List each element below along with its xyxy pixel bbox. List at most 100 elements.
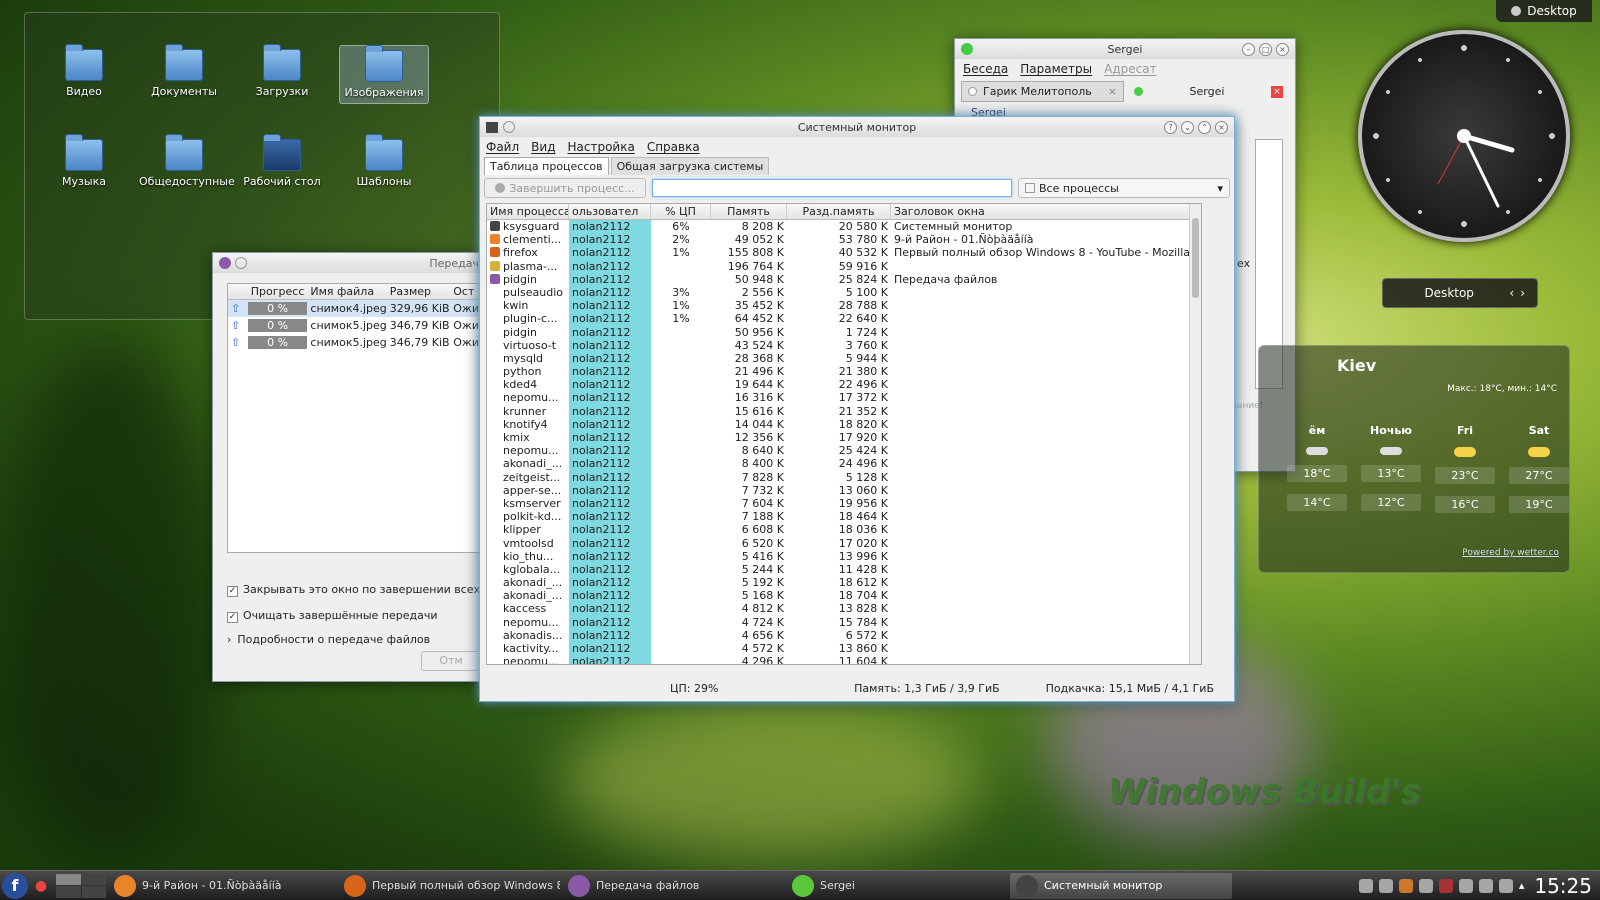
col-user[interactable]: ользовател [569, 204, 651, 219]
help-icon[interactable]: ? [1164, 120, 1177, 134]
process-row[interactable]: pidgin nolan2112 50 948 K 25 824 K Передача … [487, 272, 1201, 286]
chat-menu-conversation[interactable]: Беседа [963, 62, 1008, 76]
desktop-icon-templates[interactable]: Шаблоны [339, 134, 429, 188]
taskbar-task[interactable]: Системный монитор [1010, 872, 1232, 899]
chat-menu-options[interactable]: Параметры [1020, 62, 1092, 76]
volume-icon[interactable] [1478, 878, 1493, 893]
process-row[interactable]: kwin nolan2112 1% 35 452 K 28 788 K [487, 299, 1201, 313]
activities-icon[interactable]: ● [28, 878, 54, 894]
clock-text[interactable]: 15:25 [1534, 874, 1592, 898]
menu-file[interactable]: Файл [486, 140, 519, 154]
chat-tab-garik[interactable]: Гарик Мелитополь × [961, 81, 1124, 102]
process-row[interactable]: ksysguard nolan2112 6% 8 208 K 20 580 K Систе… [487, 220, 1201, 234]
process-row[interactable]: plasma-... nolan2112 196 764 K 59 916 K [487, 259, 1201, 273]
process-row[interactable]: ksmserver nolan2112 7 604 K 19 956 K [487, 496, 1201, 511]
process-row[interactable]: pidgin nolan2112 50 956 K 1 724 K [487, 325, 1201, 339]
tab-system-load[interactable]: Общая загрузка системы [610, 157, 770, 175]
menu-view[interactable]: Вид [531, 140, 555, 154]
minimize-icon[interactable]: – [1242, 42, 1255, 56]
cancel-button[interactable]: Отм [421, 651, 481, 671]
chat-titlebar[interactable]: Sergei – □ × [955, 39, 1295, 59]
keyboard-layout-icon[interactable] [1438, 878, 1453, 893]
process-row[interactable]: knotify4 nolan2112 14 044 K 18 820 K [487, 417, 1201, 431]
transfer-titlebar[interactable]: Передач [213, 253, 485, 273]
sysmon-titlebar[interactable]: Системный монитор ? ⌄ ⌃ × [480, 117, 1234, 137]
process-row[interactable]: kglobala... nolan2112 5 244 K 11 428 K [487, 562, 1201, 577]
process-row[interactable]: polkit-kd... nolan2112 7 188 K 18 464 K [487, 510, 1201, 524]
end-process-button[interactable]: Завершить процесс... [484, 178, 646, 198]
col-window-title[interactable]: Заголовок окна [891, 204, 1201, 219]
col-cpu[interactable]: % ЦП [651, 204, 711, 219]
process-row[interactable]: virtuoso-t nolan2112 43 524 K 3 760 K [487, 338, 1201, 352]
clementine-tray-icon[interactable] [1398, 878, 1413, 893]
transfer-details-expander[interactable]: › Подробности о передаче файлов [227, 633, 430, 646]
chevron-left-icon[interactable]: ‹ [1509, 286, 1514, 300]
process-row[interactable]: akonadi_... nolan2112 8 400 K 24 496 K [487, 457, 1201, 471]
process-filter-dropdown[interactable]: Все процессы ▾ [1018, 178, 1230, 198]
taskbar-task[interactable]: 9-й Район - 01.Ñòþàäåííà [108, 873, 336, 899]
process-row[interactable]: kaccess nolan2112 4 812 K 13 828 K [487, 602, 1201, 616]
taskbar-task[interactable]: Первый полный обзор Windows 8 - YouTube … [338, 873, 560, 899]
process-row[interactable]: vmtoolsd nolan2112 6 520 K 17 020 K [487, 536, 1201, 550]
process-row[interactable]: nepomu... nolan2112 4 724 K 15 784 K [487, 615, 1201, 629]
process-row[interactable]: kmix nolan2112 12 356 K 17 920 K [487, 431, 1201, 445]
weather-powered-link[interactable]: Powered by wetter.co [1462, 548, 1559, 558]
desktop-icon-music[interactable]: Музыка [39, 134, 129, 188]
process-row[interactable]: mysqld nolan2112 28 368 K 5 944 K [487, 351, 1201, 366]
process-search-input[interactable] [652, 179, 1012, 197]
process-row[interactable]: clementi... nolan2112 2% 49 052 K 53 780 K 9-… [487, 233, 1201, 247]
klipper-icon[interactable] [1418, 878, 1433, 893]
notes-icon[interactable] [1458, 878, 1473, 893]
pager-icon[interactable] [56, 873, 106, 898]
process-row[interactable]: nepomu... nolan2112 8 640 K 25 424 K [487, 444, 1201, 458]
process-row[interactable]: nepomu... nolan2112 4 296 K 11 604 K [487, 655, 1201, 664]
desktop-icon-pictures[interactable]: Изображения [339, 45, 429, 104]
network-icon[interactable] [1378, 878, 1393, 893]
tray-expand-icon[interactable]: ▴ [1519, 879, 1525, 892]
process-row[interactable]: akonadis... nolan2112 4 656 K 6 572 K [487, 628, 1201, 642]
process-row[interactable]: zeitgeist... nolan2112 7 828 K 5 128 K [487, 470, 1201, 484]
chat-menu-buddy[interactable]: Адресат [1104, 62, 1156, 76]
tab-close-icon[interactable]: × [1271, 85, 1283, 98]
process-row[interactable]: kio_thu... nolan2112 5 416 K 13 996 K [487, 549, 1201, 563]
col-name[interactable]: Имя процесса [487, 204, 569, 219]
process-row[interactable]: klipper nolan2112 6 608 K 18 036 K [487, 523, 1201, 537]
tab-process-table[interactable]: Таблица процессов [484, 157, 609, 175]
battery-icon[interactable] [1498, 878, 1513, 893]
menu-help[interactable]: Справка [647, 140, 700, 154]
process-row[interactable]: plugin-c... nolan2112 1% 64 452 K 22 640 K [487, 312, 1201, 326]
chat-tab-sergei[interactable]: Sergei × [1128, 81, 1289, 102]
desktop-icon-downloads[interactable]: Загрузки [237, 44, 327, 98]
process-row[interactable]: kactivity... nolan2112 4 572 K 13 860 K [487, 642, 1201, 656]
window-menu-icon[interactable] [235, 257, 247, 269]
window-menu-icon[interactable] [503, 121, 515, 133]
clear-finished-option[interactable]: ✓ Очищать завершённые передачи [227, 609, 438, 623]
minimize-icon[interactable]: ⌄ [1181, 120, 1194, 134]
tab-close-icon[interactable]: × [1108, 85, 1117, 98]
virtual-desktop-pager[interactable]: Desktop ‹ › [1382, 278, 1538, 308]
close-icon[interactable]: × [1276, 42, 1289, 56]
process-row[interactable]: python nolan2112 21 496 K 21 380 K [487, 365, 1201, 379]
desktop-icon-desktop[interactable]: Рабочий стол [237, 134, 327, 188]
taskbar-task[interactable]: Sergei [786, 873, 1008, 899]
maximize-icon[interactable]: ⌃ [1198, 120, 1211, 134]
checkbox-checked-icon[interactable]: ✓ [227, 586, 238, 597]
checkbox-checked-icon[interactable]: ✓ [227, 612, 238, 623]
close-on-finish-option[interactable]: ✓ Закрывать это окно по завершении всех [227, 583, 480, 597]
process-row[interactable]: apper-se... nolan2112 7 732 K 13 060 K [487, 483, 1201, 497]
taskbar-task[interactable]: Передача файлов [562, 873, 784, 899]
process-row[interactable]: pulseaudio nolan2112 3% 2 556 K 5 100 K [487, 285, 1201, 300]
transfer-row[interactable]: ⇧ 0 % снимок5.jpeg 346,79 KiB Ожи [228, 317, 486, 334]
col-memory[interactable]: Память [711, 204, 787, 219]
menu-settings[interactable]: Настройка [567, 140, 634, 154]
info-icon[interactable] [1358, 878, 1373, 893]
col-shared[interactable]: Разд.память [787, 204, 891, 219]
process-table-scrollbar[interactable] [1189, 204, 1201, 664]
close-icon[interactable]: × [1215, 120, 1228, 134]
desktop-toolbox-button[interactable]: Desktop [1496, 0, 1592, 22]
process-row[interactable]: firefox nolan2112 1% 155 808 K 40 532 K Первы… [487, 246, 1201, 260]
desktop-icon-documents[interactable]: Документы [139, 44, 229, 98]
transfer-row[interactable]: ⇧ 0 % снимок5.jpeg 346,79 KiB Ожи [228, 334, 486, 351]
process-row[interactable]: nepomu... nolan2112 16 316 K 17 372 K [487, 391, 1201, 405]
process-row[interactable]: akonadi_... nolan2112 5 168 K 18 704 K [487, 589, 1201, 603]
